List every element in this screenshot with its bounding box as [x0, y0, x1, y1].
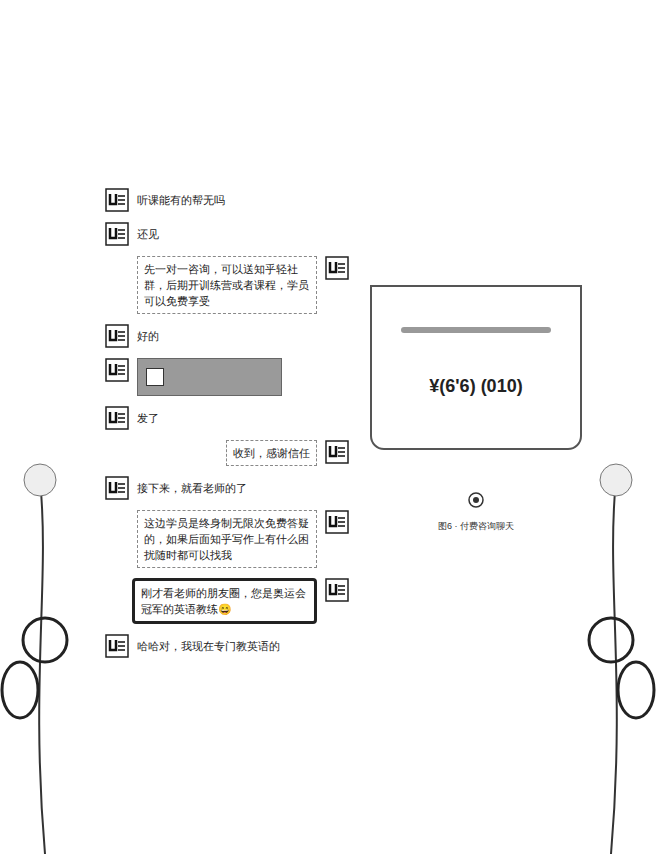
- message-row: 收到，感谢信任: [105, 440, 350, 466]
- message-row: 还见: [105, 222, 350, 246]
- message-text: 好的: [137, 324, 159, 344]
- message-row: 接下来，就看老师的了: [105, 476, 350, 500]
- message-text: 哈哈对，我现在专门教英语的: [137, 634, 280, 654]
- message-row: 哈哈对，我现在专门教英语的: [105, 634, 350, 658]
- message-text: 发了: [137, 406, 159, 426]
- message-row: 这边学员是终身制无限次免费答疑的，如果后面知乎写作上有什么困扰随时都可以找我: [105, 510, 350, 568]
- avatar-icon: [105, 358, 129, 382]
- avatar-icon: [325, 256, 349, 280]
- message-text: 接下来，就看老师的了: [137, 476, 247, 496]
- avatar-icon: [105, 634, 129, 658]
- message-text: 还见: [137, 222, 159, 242]
- chat-column: 听课能有的帮无吗还见先一对一咨询，可以送知乎轻社群，后期开训练营或者课程，学员可…: [105, 188, 350, 658]
- avatar-icon: [325, 578, 349, 602]
- rose-decoration-icon: [546, 460, 656, 854]
- message-bubble: 这边学员是终身制无限次免费答疑的，如果后面知乎写作上有什么困扰随时都可以找我: [137, 510, 317, 568]
- side-panel: ¥(6'6) (010) 图6 · 付费咨询聊天: [370, 285, 582, 534]
- card: ¥(6'6) (010): [370, 285, 582, 450]
- avatar-icon: [105, 188, 129, 212]
- caption: 图6 · 付费咨询聊天: [438, 520, 514, 534]
- message-row: 发了: [105, 406, 350, 430]
- message-row: [105, 358, 350, 396]
- avatar-icon: [105, 406, 129, 430]
- message-bubble: 先一对一咨询，可以送知乎轻社群，后期开训练营或者课程，学员可以免费享受: [137, 256, 317, 314]
- message-bubble: 刚才看老师的朋友圈，您是奥运会冠军的英语教练😄: [132, 578, 317, 624]
- card-text: ¥(6'6) (010): [429, 373, 522, 400]
- avatar-icon: [325, 440, 349, 464]
- rose-decoration-icon: [0, 460, 110, 854]
- page: 听课能有的帮无吗还见先一对一咨询，可以送知乎轻社群，后期开训练营或者课程，学员可…: [0, 0, 656, 854]
- avatar-icon: [325, 510, 349, 534]
- message-row: 刚才看老师的朋友圈，您是奥运会冠军的英语教练😄: [105, 578, 350, 624]
- message-text: 听课能有的帮无吗: [137, 188, 225, 208]
- message-bubble: 收到，感谢信任: [226, 440, 317, 466]
- avatar-icon: [105, 222, 129, 246]
- circle-icon: [468, 492, 484, 508]
- image-message[interactable]: [137, 358, 282, 396]
- message-row: 好的: [105, 324, 350, 348]
- avatar-icon: [105, 476, 129, 500]
- message-row: 先一对一咨询，可以送知乎轻社群，后期开训练营或者课程，学员可以免费享受: [105, 256, 350, 314]
- message-row: 听课能有的帮无吗: [105, 188, 350, 212]
- avatar-icon: [105, 324, 129, 348]
